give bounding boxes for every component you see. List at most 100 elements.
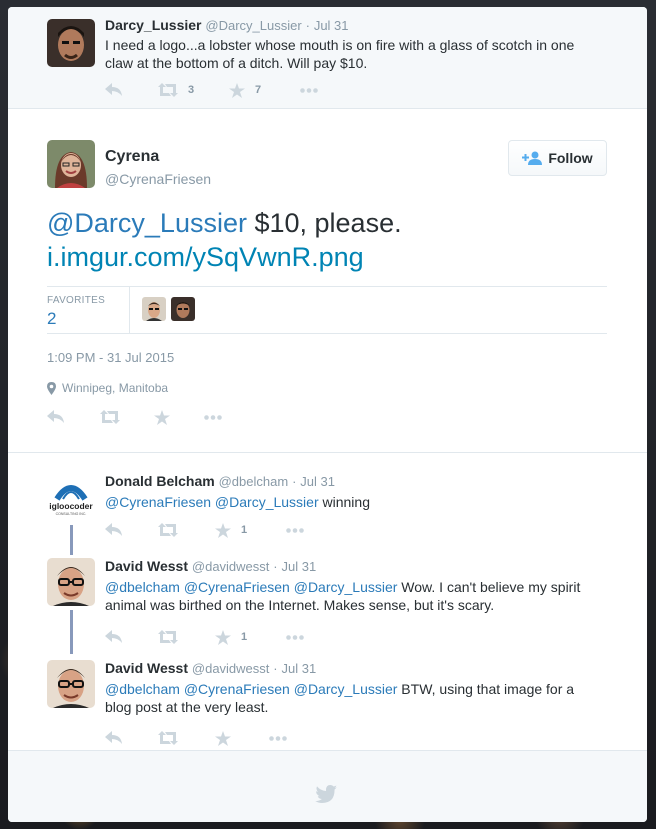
mention-link[interactable]: @dbelcham	[105, 579, 180, 595]
logo-subtext: CONSULTING INC.	[56, 512, 87, 516]
igloocoder-logo: igloocoder CONSULTING INC.	[47, 473, 95, 521]
mention-link[interactable]: @CyrenaFriesen	[184, 681, 290, 697]
star-icon	[215, 730, 231, 746]
author-name[interactable]: David Wesst	[105, 558, 188, 574]
follow-button[interactable]: Follow	[508, 140, 607, 176]
author-handle[interactable]: @Darcy_Lussier	[205, 18, 301, 33]
tweet-timestamp[interactable]: 1:09 PM - 31 Jul 2015	[47, 350, 174, 365]
avatar[interactable]	[47, 558, 95, 606]
favoriter-avatar[interactable]	[142, 297, 166, 321]
favorite-button[interactable]	[154, 407, 170, 427]
twitter-bird-icon[interactable]	[315, 785, 337, 808]
tweet-stats: FAVORITES 2	[47, 286, 607, 334]
favoriter-avatar[interactable]	[171, 297, 195, 321]
more-button[interactable]	[204, 407, 222, 427]
mention-link[interactable]: @CyrenaFriesen	[105, 494, 211, 510]
more-button[interactable]	[269, 728, 287, 748]
image-link[interactable]: i.imgur.com/ySqVwnR.png	[47, 242, 364, 272]
reply-button[interactable]	[105, 728, 123, 748]
mention-link[interactable]: @Darcy_Lussier	[294, 681, 398, 697]
reply-button[interactable]	[105, 80, 123, 100]
permalink-tweet: Cyrena @CyrenaFriesen Follow @Darcy_Luss…	[8, 110, 647, 453]
retweet-button[interactable]: 3	[158, 80, 194, 100]
favorites-count[interactable]: 2	[47, 309, 56, 329]
avatar[interactable]	[47, 660, 95, 708]
tweet-text: @dbelcham @CyrenaFriesen @Darcy_Lussier …	[105, 680, 625, 716]
more-icon	[269, 735, 287, 741]
author-handle[interactable]: @dbelcham	[219, 474, 289, 489]
author-name[interactable]: Cyrena	[105, 148, 159, 166]
tweet-text-body: winning	[318, 494, 370, 510]
retweet-button[interactable]	[158, 627, 178, 647]
tweet-text: @dbelcham @CyrenaFriesen @Darcy_Lussier …	[105, 578, 625, 614]
more-button[interactable]	[300, 80, 318, 100]
favorite-button[interactable]: 7	[229, 80, 261, 100]
retweet-count: 3	[188, 84, 195, 96]
retweet-button[interactable]	[100, 407, 120, 427]
star-icon	[215, 522, 231, 538]
avatar[interactable]: igloocoder CONSULTING INC.	[47, 473, 95, 521]
mention-link[interactable]: @CyrenaFriesen	[184, 579, 290, 595]
author-name[interactable]: Donald Belcham	[105, 473, 215, 489]
retweet-icon	[158, 83, 178, 97]
mention-link[interactable]: @Darcy_Lussier	[215, 494, 319, 510]
tweet-text-line: claw at the bottom of a ditch. Will pay …	[105, 55, 368, 71]
tweet-actions: 1	[105, 627, 345, 647]
author-handle[interactable]: @davidwesst	[192, 559, 270, 574]
author-name[interactable]: Darcy_Lussier	[105, 17, 202, 33]
mention-link[interactable]: @Darcy_Lussier	[294, 579, 398, 595]
favorite-count: 1	[241, 631, 248, 643]
retweet-icon	[158, 731, 178, 745]
favorite-button[interactable]: 1	[215, 627, 247, 647]
author-handle[interactable]: @CyrenaFriesen	[105, 171, 211, 187]
tweet-text-line: animal was birthed on the Internet. Make…	[105, 597, 495, 613]
tweet-text: I need a logo...a lobster whose mouth is…	[105, 36, 625, 72]
reply-icon	[105, 523, 122, 536]
tweet-actions: 3 7	[105, 80, 345, 100]
more-icon	[286, 634, 304, 640]
tweet-location[interactable]: Winnipeg, Manitoba	[47, 381, 168, 395]
mention-link[interactable]: @Darcy_Lussier	[47, 208, 247, 238]
reply-icon	[47, 410, 64, 423]
separator: ·	[273, 559, 278, 574]
more-icon	[286, 527, 304, 533]
retweet-icon	[158, 630, 178, 644]
tweet-actions	[105, 728, 345, 748]
tweet-header: Donald Belcham @dbelcham · Jul 31	[105, 473, 335, 489]
favorites-label: FAVORITES	[47, 295, 106, 306]
add-person-icon	[522, 151, 543, 165]
more-button[interactable]	[286, 627, 304, 647]
reply-icon	[105, 731, 122, 744]
tweet-permalink-modal: Darcy_Lussier @Darcy_Lussier · Jul 31 I …	[8, 7, 647, 822]
tweet-date[interactable]: Jul 31	[314, 18, 349, 33]
tweet-text: @CyrenaFriesen @Darcy_Lussier winning	[105, 493, 625, 511]
tweet-header: Darcy_Lussier @Darcy_Lussier · Jul 31	[105, 17, 349, 33]
map-pin-icon	[47, 381, 56, 395]
retweet-button[interactable]	[158, 728, 178, 748]
reply-button[interactable]	[47, 407, 65, 427]
more-icon	[204, 414, 222, 420]
author-name[interactable]: David Wesst	[105, 660, 188, 676]
mention-link[interactable]: @dbelcham	[105, 681, 180, 697]
author-handle[interactable]: @davidwesst	[192, 661, 270, 676]
tweet-date[interactable]: Jul 31	[300, 474, 335, 489]
tweet-date[interactable]: Jul 31	[282, 559, 317, 574]
avatar[interactable]	[47, 19, 95, 67]
reply-button[interactable]	[105, 520, 123, 540]
tweet-date[interactable]: Jul 31	[282, 661, 317, 676]
logo-text: igloocoder	[49, 501, 93, 511]
tweet-actions	[47, 407, 287, 427]
reply-icon	[105, 630, 122, 643]
conversation-thread-line	[70, 610, 73, 654]
tweet-text-body: $10, please.	[246, 208, 402, 238]
avatar[interactable]	[47, 140, 95, 188]
favorite-button[interactable]	[215, 728, 231, 748]
retweet-button[interactable]	[158, 520, 178, 540]
more-button[interactable]	[286, 520, 304, 540]
reply-button[interactable]	[105, 627, 123, 647]
ancestor-tweet[interactable]: Darcy_Lussier @Darcy_Lussier · Jul 31 I …	[8, 7, 647, 109]
favorite-button[interactable]: 1	[215, 520, 247, 540]
stats-divider	[129, 287, 130, 333]
modal-footer	[8, 750, 647, 822]
separator: ·	[273, 661, 278, 676]
